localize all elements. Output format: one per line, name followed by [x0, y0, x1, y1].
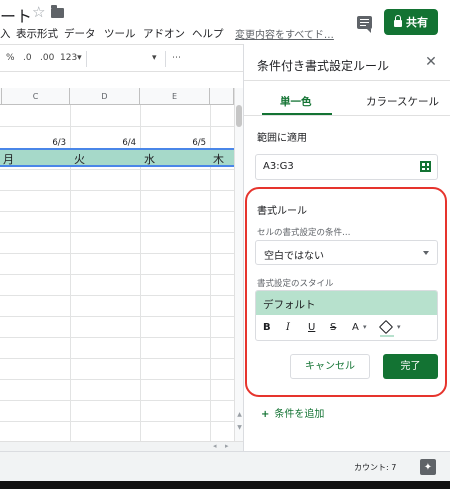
bold-button[interactable]: B — [263, 321, 271, 335]
percent-format-button[interactable]: % — [6, 53, 15, 63]
condition-select[interactable]: 空白ではない — [255, 240, 438, 265]
underline-button[interactable]: U — [308, 321, 315, 335]
sheet-grid[interactable]: C D E 6/3 6/4 6/5 月 火 水 木 — [0, 88, 243, 450]
condition-label: セルの書式設定の条件… — [257, 228, 351, 238]
window-edge — [0, 481, 450, 489]
column-header-e[interactable]: E — [140, 88, 210, 105]
range-value: A3:G3 — [263, 161, 294, 172]
cell-day-wed[interactable]: 水 — [144, 151, 155, 167]
count-summary[interactable]: カウント: 7 — [354, 462, 396, 473]
cell-date-d[interactable]: 6/4 — [70, 138, 136, 148]
tab-color-scale[interactable]: カラースケール — [366, 94, 439, 109]
tabs-divider — [244, 115, 450, 116]
column-header-f[interactable] — [210, 88, 234, 105]
status-bar: カウント: 7 ✦ — [0, 451, 450, 481]
increase-decimal-button[interactable]: .00 — [40, 53, 54, 63]
tab-single-color[interactable]: 単一色 — [280, 94, 312, 109]
star-icon[interactable]: ☆ — [32, 3, 45, 21]
comment-icon — [356, 15, 372, 33]
explore-icon[interactable]: ✦ — [420, 459, 436, 475]
grid-line — [0, 169, 234, 170]
share-label: 共有 — [406, 16, 428, 29]
grid-line — [0, 126, 234, 127]
italic-button[interactable]: I — [286, 321, 290, 335]
highlighted-row[interactable]: 月 火 水 木 — [0, 148, 234, 167]
add-rule-label: 条件を追加 — [274, 409, 325, 420]
conditional-format-panel: 条件付き書式設定ルール ✕ 単一色 カラースケール 範囲に適用 A3:G3 書式… — [243, 44, 450, 451]
column-header-c[interactable]: C — [2, 88, 70, 105]
title-bar: ート ☆ 共有 — [0, 0, 450, 35]
plus-icon: + — [261, 409, 270, 420]
cell-day-tue[interactable]: 火 — [74, 151, 85, 167]
share-button[interactable]: 共有 — [384, 9, 438, 35]
menu-help[interactable]: ヘルプ — [192, 26, 224, 41]
menu-data[interactable]: データ — [64, 26, 96, 41]
add-rule-button[interactable]: + 条件を追加 — [261, 405, 324, 420]
fill-color-caret-icon[interactable]: ▾ — [397, 323, 401, 331]
grid-line — [0, 379, 234, 380]
more-options-button[interactable]: ⋯ — [172, 53, 181, 63]
style-box: デフォルト B I U S A ▾ ▾ — [255, 290, 438, 341]
menu-tools[interactable]: ツール — [104, 26, 136, 41]
grid-line — [0, 295, 234, 296]
comments-button[interactable] — [351, 10, 377, 34]
menu-addons[interactable]: アドオン — [143, 26, 185, 41]
rule-heading: 書式ルール — [257, 206, 307, 217]
scroll-right-icon[interactable]: ▸ — [225, 442, 229, 450]
cell-area[interactable]: 6/3 6/4 6/5 月 火 水 木 — [0, 105, 234, 450]
grid-line — [0, 190, 234, 191]
grid-line — [0, 274, 234, 275]
toolbar: % .0 .00 123▾ ▾ ⋯ — [0, 44, 243, 72]
font-dropdown-icon[interactable]: ▾ — [152, 53, 157, 63]
style-preview[interactable]: デフォルト — [256, 291, 437, 315]
spreadsheet-window: ート ☆ 共有 入 表示形式 データ ツール アドオン ヘルプ 変更内容をすべて… — [0, 0, 450, 489]
grid-line — [0, 316, 234, 317]
grid-line — [0, 337, 234, 338]
decrease-decimal-button[interactable]: .0 — [23, 53, 32, 63]
close-icon[interactable]: ✕ — [424, 55, 438, 69]
text-color-caret-icon[interactable]: ▾ — [363, 323, 367, 331]
range-label: 範囲に適用 — [257, 133, 307, 144]
toolbar-divider — [86, 51, 87, 67]
fill-color-icon[interactable] — [378, 319, 394, 335]
number-format-button[interactable]: 123▾ — [60, 53, 82, 63]
menu-format[interactable]: 表示形式 — [16, 26, 58, 41]
panel-divider — [244, 80, 450, 81]
scroll-left-icon[interactable]: ◂ — [213, 442, 217, 450]
toolbar-divider — [165, 51, 166, 67]
condition-value: 空白ではない — [264, 251, 324, 262]
vertical-scrollbar[interactable]: ▲ ▼ — [234, 88, 243, 450]
cancel-button[interactable]: キャンセル — [290, 354, 370, 379]
chevron-down-icon — [423, 251, 429, 255]
grid-line — [0, 358, 234, 359]
strikethrough-button[interactable]: S — [330, 321, 336, 335]
panel-title: 条件付き書式設定ルール — [257, 59, 390, 73]
folder-icon[interactable] — [51, 5, 64, 18]
lock-icon — [394, 15, 402, 27]
fill-color-swatch — [380, 335, 394, 337]
cell-day-mon[interactable]: 月 — [3, 151, 14, 167]
style-label: 書式設定のスタイル — [257, 279, 334, 289]
grid-line — [0, 253, 234, 254]
grid-line — [0, 421, 234, 422]
select-range-icon[interactable] — [420, 161, 431, 172]
range-input[interactable]: A3:G3 — [255, 154, 438, 180]
cell-date-e[interactable]: 6/5 — [140, 138, 206, 148]
document-title[interactable]: ート — [0, 3, 32, 27]
cell-date-c[interactable]: 6/3 — [0, 138, 66, 148]
last-edit-link[interactable]: 変更内容をすべてド… — [235, 26, 334, 41]
menu-insert[interactable]: 入 — [0, 26, 11, 41]
column-header-d[interactable]: D — [70, 88, 140, 105]
grid-line — [0, 400, 234, 401]
grid-line — [0, 232, 234, 233]
scroll-thumb[interactable] — [236, 105, 242, 127]
cell-day-thu[interactable]: 木 — [213, 151, 224, 167]
text-color-button[interactable]: A — [352, 321, 359, 335]
done-button[interactable]: 完了 — [383, 354, 438, 379]
grid-line — [0, 211, 234, 212]
horizontal-scrollbar[interactable]: ◂ ▸ — [0, 441, 243, 451]
